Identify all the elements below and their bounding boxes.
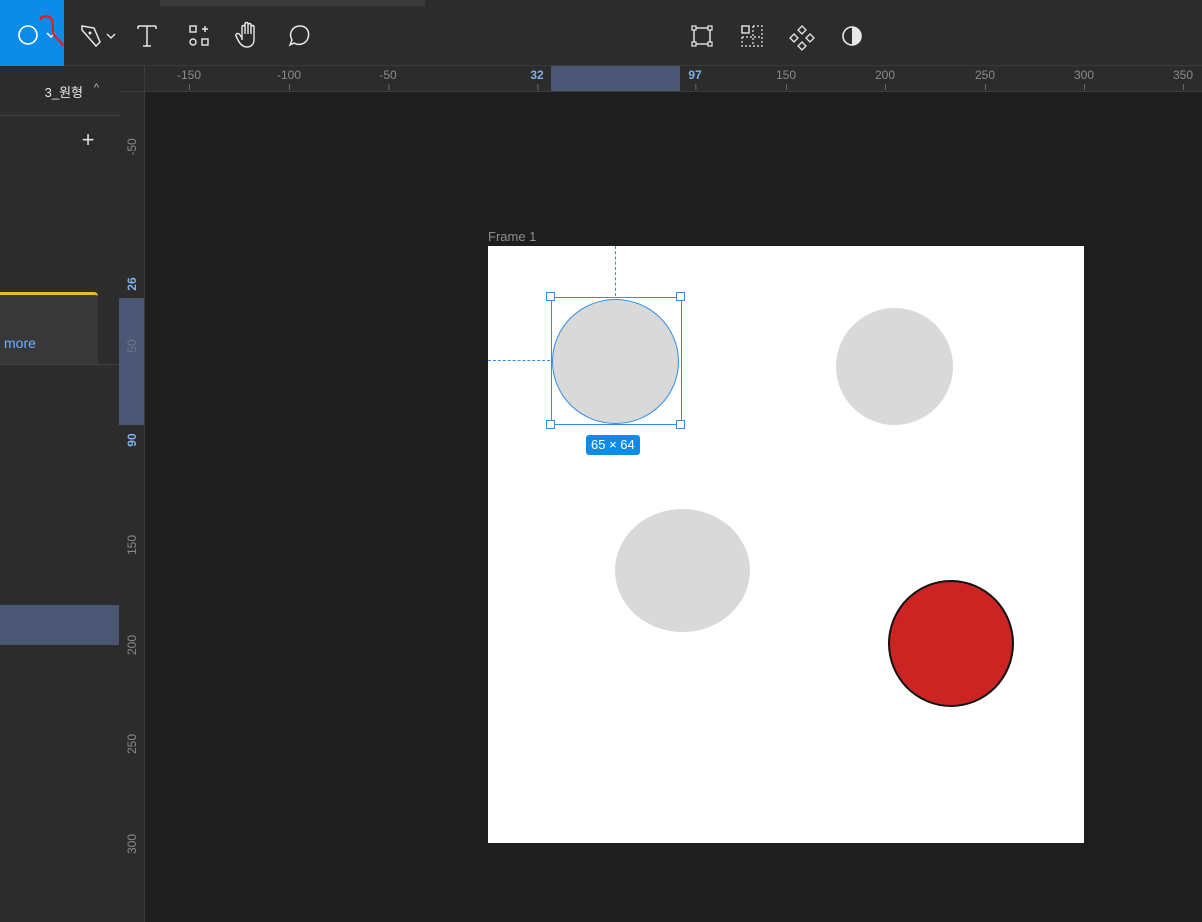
- notice-card: more: [0, 292, 98, 364]
- slice-grid-button[interactable]: [734, 0, 770, 66]
- text-tool-button[interactable]: [130, 0, 164, 66]
- ruler-tick: -150: [176, 68, 202, 90]
- page-selector[interactable]: 3_원형 ^: [0, 66, 119, 116]
- resize-handle-top-right[interactable]: [676, 292, 685, 301]
- ruler-tick: 150: [125, 534, 139, 556]
- resize-handle-bottom-left[interactable]: [546, 420, 555, 429]
- ruler-tick-selection-end: 97: [688, 68, 702, 90]
- ruler-horizontal: -150 -100 -50 32 97 150 200 250 300 350: [119, 66, 1202, 92]
- ruler-selection-range: [119, 298, 144, 425]
- ruler-tick-selection-start: 26: [125, 277, 139, 291]
- annotation-mark-icon: [39, 15, 65, 47]
- resize-handle-bottom-right[interactable]: [676, 420, 685, 429]
- ellipse-tool-button[interactable]: [0, 0, 65, 66]
- show-more-link[interactable]: more: [4, 335, 36, 351]
- comment-tool-button[interactable]: [280, 0, 316, 66]
- ruler-tick: 200: [125, 634, 139, 656]
- layer-row-selected[interactable]: [0, 605, 119, 645]
- ruler-tick: -50: [125, 138, 139, 156]
- ruler-tick: 300: [125, 833, 139, 855]
- ruler-tick: -100: [276, 68, 302, 90]
- resources-tool-button[interactable]: [182, 0, 216, 66]
- selection-box[interactable]: [551, 297, 682, 425]
- contrast-button[interactable]: [834, 0, 870, 66]
- pen-tool-button[interactable]: [72, 0, 122, 66]
- ellipse-red[interactable]: [888, 580, 1014, 707]
- measure-guide-vertical: [615, 246, 616, 296]
- frame-label[interactable]: Frame 1: [488, 229, 536, 244]
- ruler-vertical: -50 26 50 90 150 200 250 300: [119, 92, 145, 922]
- component-button[interactable]: [784, 0, 820, 66]
- contrast-icon: [842, 26, 862, 46]
- pen-icon: [81, 25, 116, 48]
- ruler-corner: [119, 66, 145, 92]
- hand-icon: [235, 21, 255, 48]
- toolbar: [0, 0, 1202, 66]
- ruler-tick: 250: [974, 68, 996, 90]
- edit-object-button[interactable]: [684, 0, 720, 66]
- panel-divider: [0, 364, 119, 365]
- resources-icon: [189, 25, 209, 46]
- app-window: 3_원형 ^ + more -150 -100 -50 32 97 150 20…: [0, 0, 1202, 922]
- ruler-tick: 250: [125, 733, 139, 755]
- ruler-tick: 150: [775, 68, 797, 90]
- comment-icon: [288, 25, 310, 47]
- resize-handle-top-left[interactable]: [546, 292, 555, 301]
- size-badge: 65 × 64: [586, 435, 640, 455]
- ruler-tick: 350: [1172, 68, 1194, 90]
- frame[interactable]: 65 × 64: [488, 246, 1084, 843]
- component-icon: [789, 25, 815, 51]
- measure-guide-horizontal: [488, 360, 550, 361]
- add-page-button[interactable]: +: [76, 128, 100, 152]
- ruler-tick-selection-start: 32: [530, 68, 544, 90]
- ruler-tick: -50: [379, 68, 397, 90]
- chevron-up-icon[interactable]: ^: [94, 82, 99, 94]
- ruler-tick: 50: [125, 339, 139, 353]
- slice-grid-icon: [741, 25, 763, 47]
- edit-object-icon: [691, 25, 713, 47]
- page-name-label: 3_원형: [44, 85, 83, 100]
- ellipse[interactable]: [615, 509, 750, 632]
- ruler-tick-selection-end: 90: [125, 433, 139, 447]
- layers-panel: 3_원형 ^ + more: [0, 66, 119, 922]
- ruler-tick: 300: [1073, 68, 1095, 90]
- text-icon: [137, 25, 157, 47]
- hand-tool-button[interactable]: [230, 0, 266, 66]
- canvas[interactable]: Frame 1 65 × 64: [146, 93, 1202, 922]
- ruler-tick: 200: [874, 68, 896, 90]
- ruler-selection-range: [551, 66, 680, 91]
- ellipse[interactable]: [836, 308, 953, 425]
